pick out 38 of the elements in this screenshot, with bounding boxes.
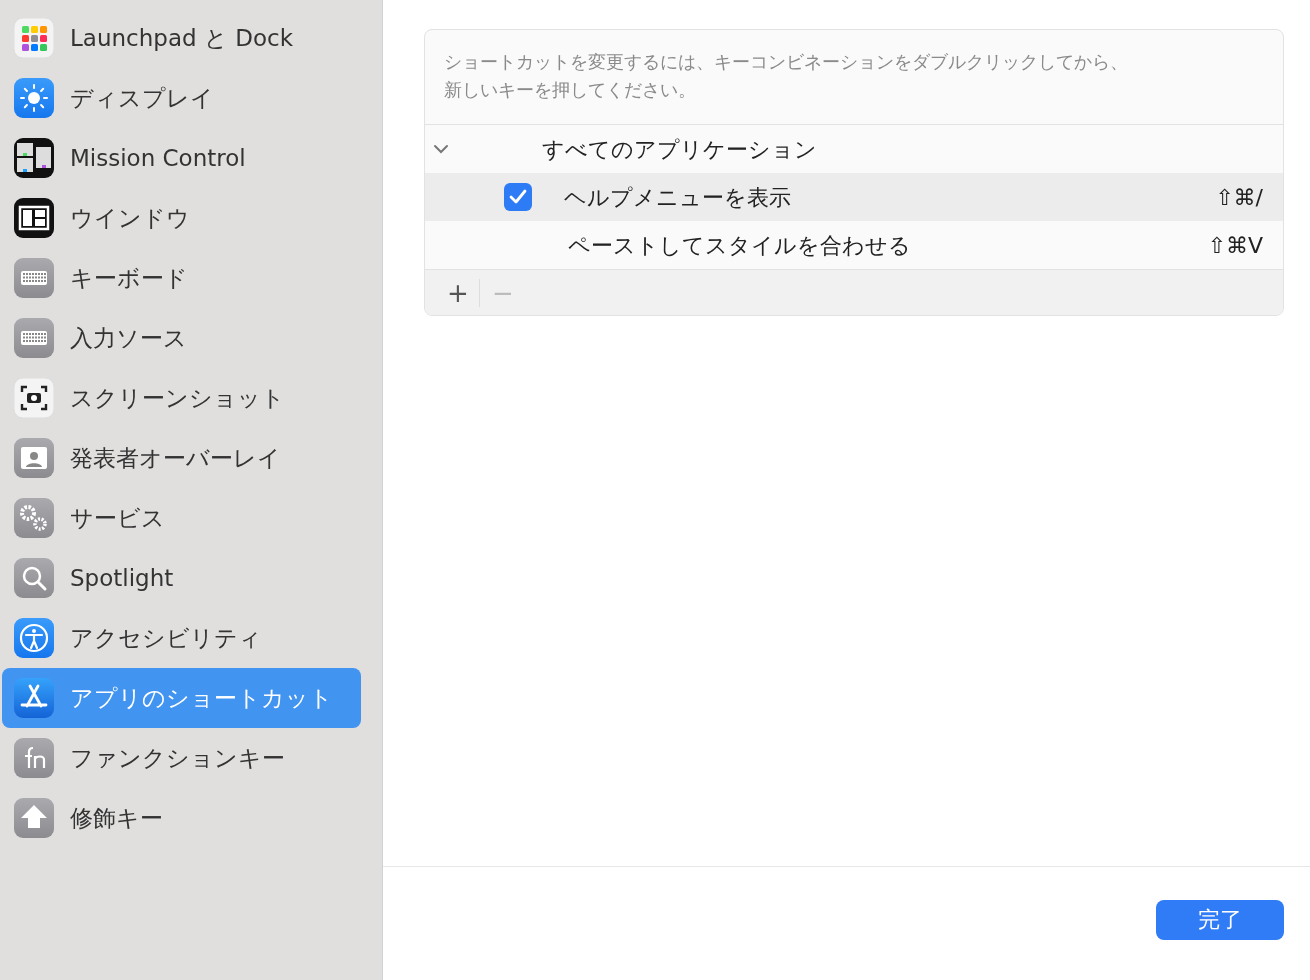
sidebar-item[interactable]: キーボード: [2, 248, 361, 308]
shortcut-row[interactable]: ヘルプメニューを表示 ⇧⌘/: [425, 173, 1283, 221]
search-icon: [14, 558, 54, 598]
checkmark-icon: [509, 189, 527, 205]
person-icon: [14, 438, 54, 478]
app-grid-icon: [14, 18, 54, 58]
sidebar-item[interactable]: スクリーンショット: [2, 368, 361, 428]
shortcut-row[interactable]: ペーストしてスタイルを合わせる ⇧⌘V: [425, 221, 1283, 269]
checkbox[interactable]: [504, 183, 532, 211]
sun-icon: [14, 78, 54, 118]
key-combination[interactable]: ⇧⌘/: [1215, 180, 1263, 214]
sidebar-item[interactable]: Launchpad と Dock: [2, 8, 361, 68]
keyboard-icon: [14, 318, 54, 358]
shortcut-label: ペーストしてスタイルを合わせる: [568, 231, 911, 260]
gears-icon: [14, 498, 54, 538]
instruction-text: 新しいキーを押してください。: [444, 78, 696, 102]
windows-icon: [14, 138, 54, 178]
shortcut-label: ヘルプメニューを表示: [564, 183, 791, 212]
sidebar-item[interactable]: 発表者オーバーレイ: [2, 428, 361, 488]
done-button[interactable]: 完了: [1156, 899, 1284, 940]
sidebar-item[interactable]: サービス: [2, 488, 361, 548]
add-button[interactable]: +: [435, 279, 479, 306]
sidebar-item[interactable]: 入力ソース: [2, 308, 361, 368]
sidebar-item[interactable]: アクセシビリティ: [2, 608, 361, 668]
camera-icon: [14, 378, 54, 418]
group-label: すべてのアプリケーション: [542, 135, 817, 164]
sidebar-item[interactable]: 修飾キー: [2, 788, 361, 848]
key-combination[interactable]: ⇧⌘V: [1207, 228, 1263, 262]
keyboard-icon: [14, 258, 54, 298]
sidebar-item[interactable]: ウインドウ: [2, 188, 361, 248]
sidebar-item[interactable]: Spotlight: [2, 548, 361, 608]
sidebar-item[interactable]: ファンクションキー: [2, 728, 361, 788]
sidebar-item[interactable]: Mission Control: [2, 128, 361, 188]
fn-icon: [14, 738, 54, 778]
sidebar-item[interactable]: ディスプレイ: [2, 68, 361, 128]
instruction-text: ショートカットを変更するには、キーコンビネーションをダブルクリックしてから、: [444, 50, 1128, 74]
window-layout-icon: [14, 198, 54, 238]
chevron-icon[interactable]: [432, 143, 450, 155]
